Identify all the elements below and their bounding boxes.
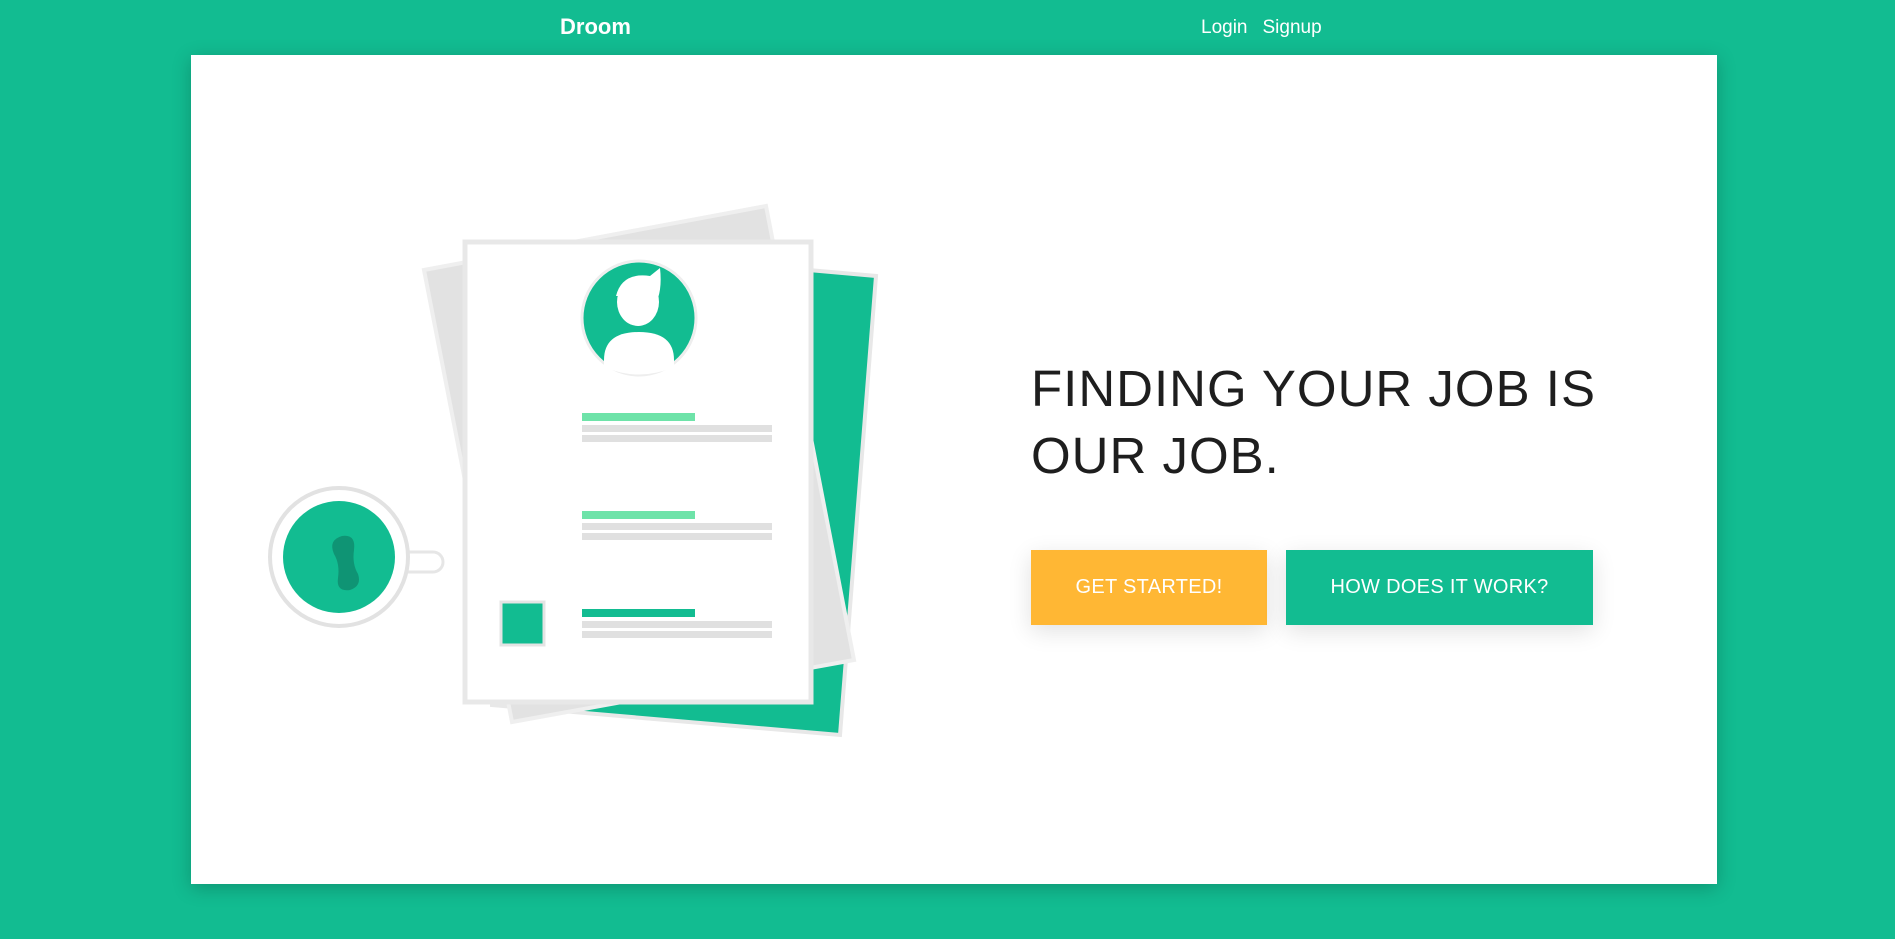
- hero-buttons: GET STARTED! HOW DOES IT WORK?: [1031, 550, 1593, 625]
- hero-headline: FINDING YOUR JOB IS OUR JOB.: [1031, 355, 1631, 489]
- headline-line-1: FINDING YOUR JOB IS: [1031, 360, 1596, 417]
- resume-text-line: [582, 435, 772, 442]
- headline-line-2: OUR JOB.: [1031, 427, 1280, 484]
- resume-text-line: [582, 425, 772, 432]
- resume-heading-line: [582, 511, 695, 519]
- nav-links: Login Signup: [1201, 17, 1322, 39]
- avatar-icon: [580, 259, 698, 377]
- hero-text: FINDING YOUR JOB IS OUR JOB.: [1031, 355, 1631, 489]
- resume-heading-line: [582, 609, 695, 617]
- resume-text-line: [582, 621, 772, 628]
- resume-text-line: [582, 533, 772, 540]
- get-started-button[interactable]: GET STARTED!: [1031, 550, 1267, 625]
- resume-photo-square: [499, 600, 546, 647]
- resume-illustration: [268, 203, 879, 738]
- login-link[interactable]: Login: [1201, 17, 1248, 39]
- resume-text-line: [582, 631, 772, 638]
- top-navbar: Droom Login Signup: [0, 0, 1895, 55]
- resume-heading-line: [582, 413, 695, 421]
- coffee-cup-icon: [268, 486, 445, 628]
- signup-link[interactable]: Signup: [1263, 17, 1322, 39]
- brand-logo-link[interactable]: Droom: [560, 14, 631, 40]
- resume-text-line: [582, 523, 772, 530]
- how-does-it-work-button[interactable]: HOW DOES IT WORK?: [1286, 550, 1593, 625]
